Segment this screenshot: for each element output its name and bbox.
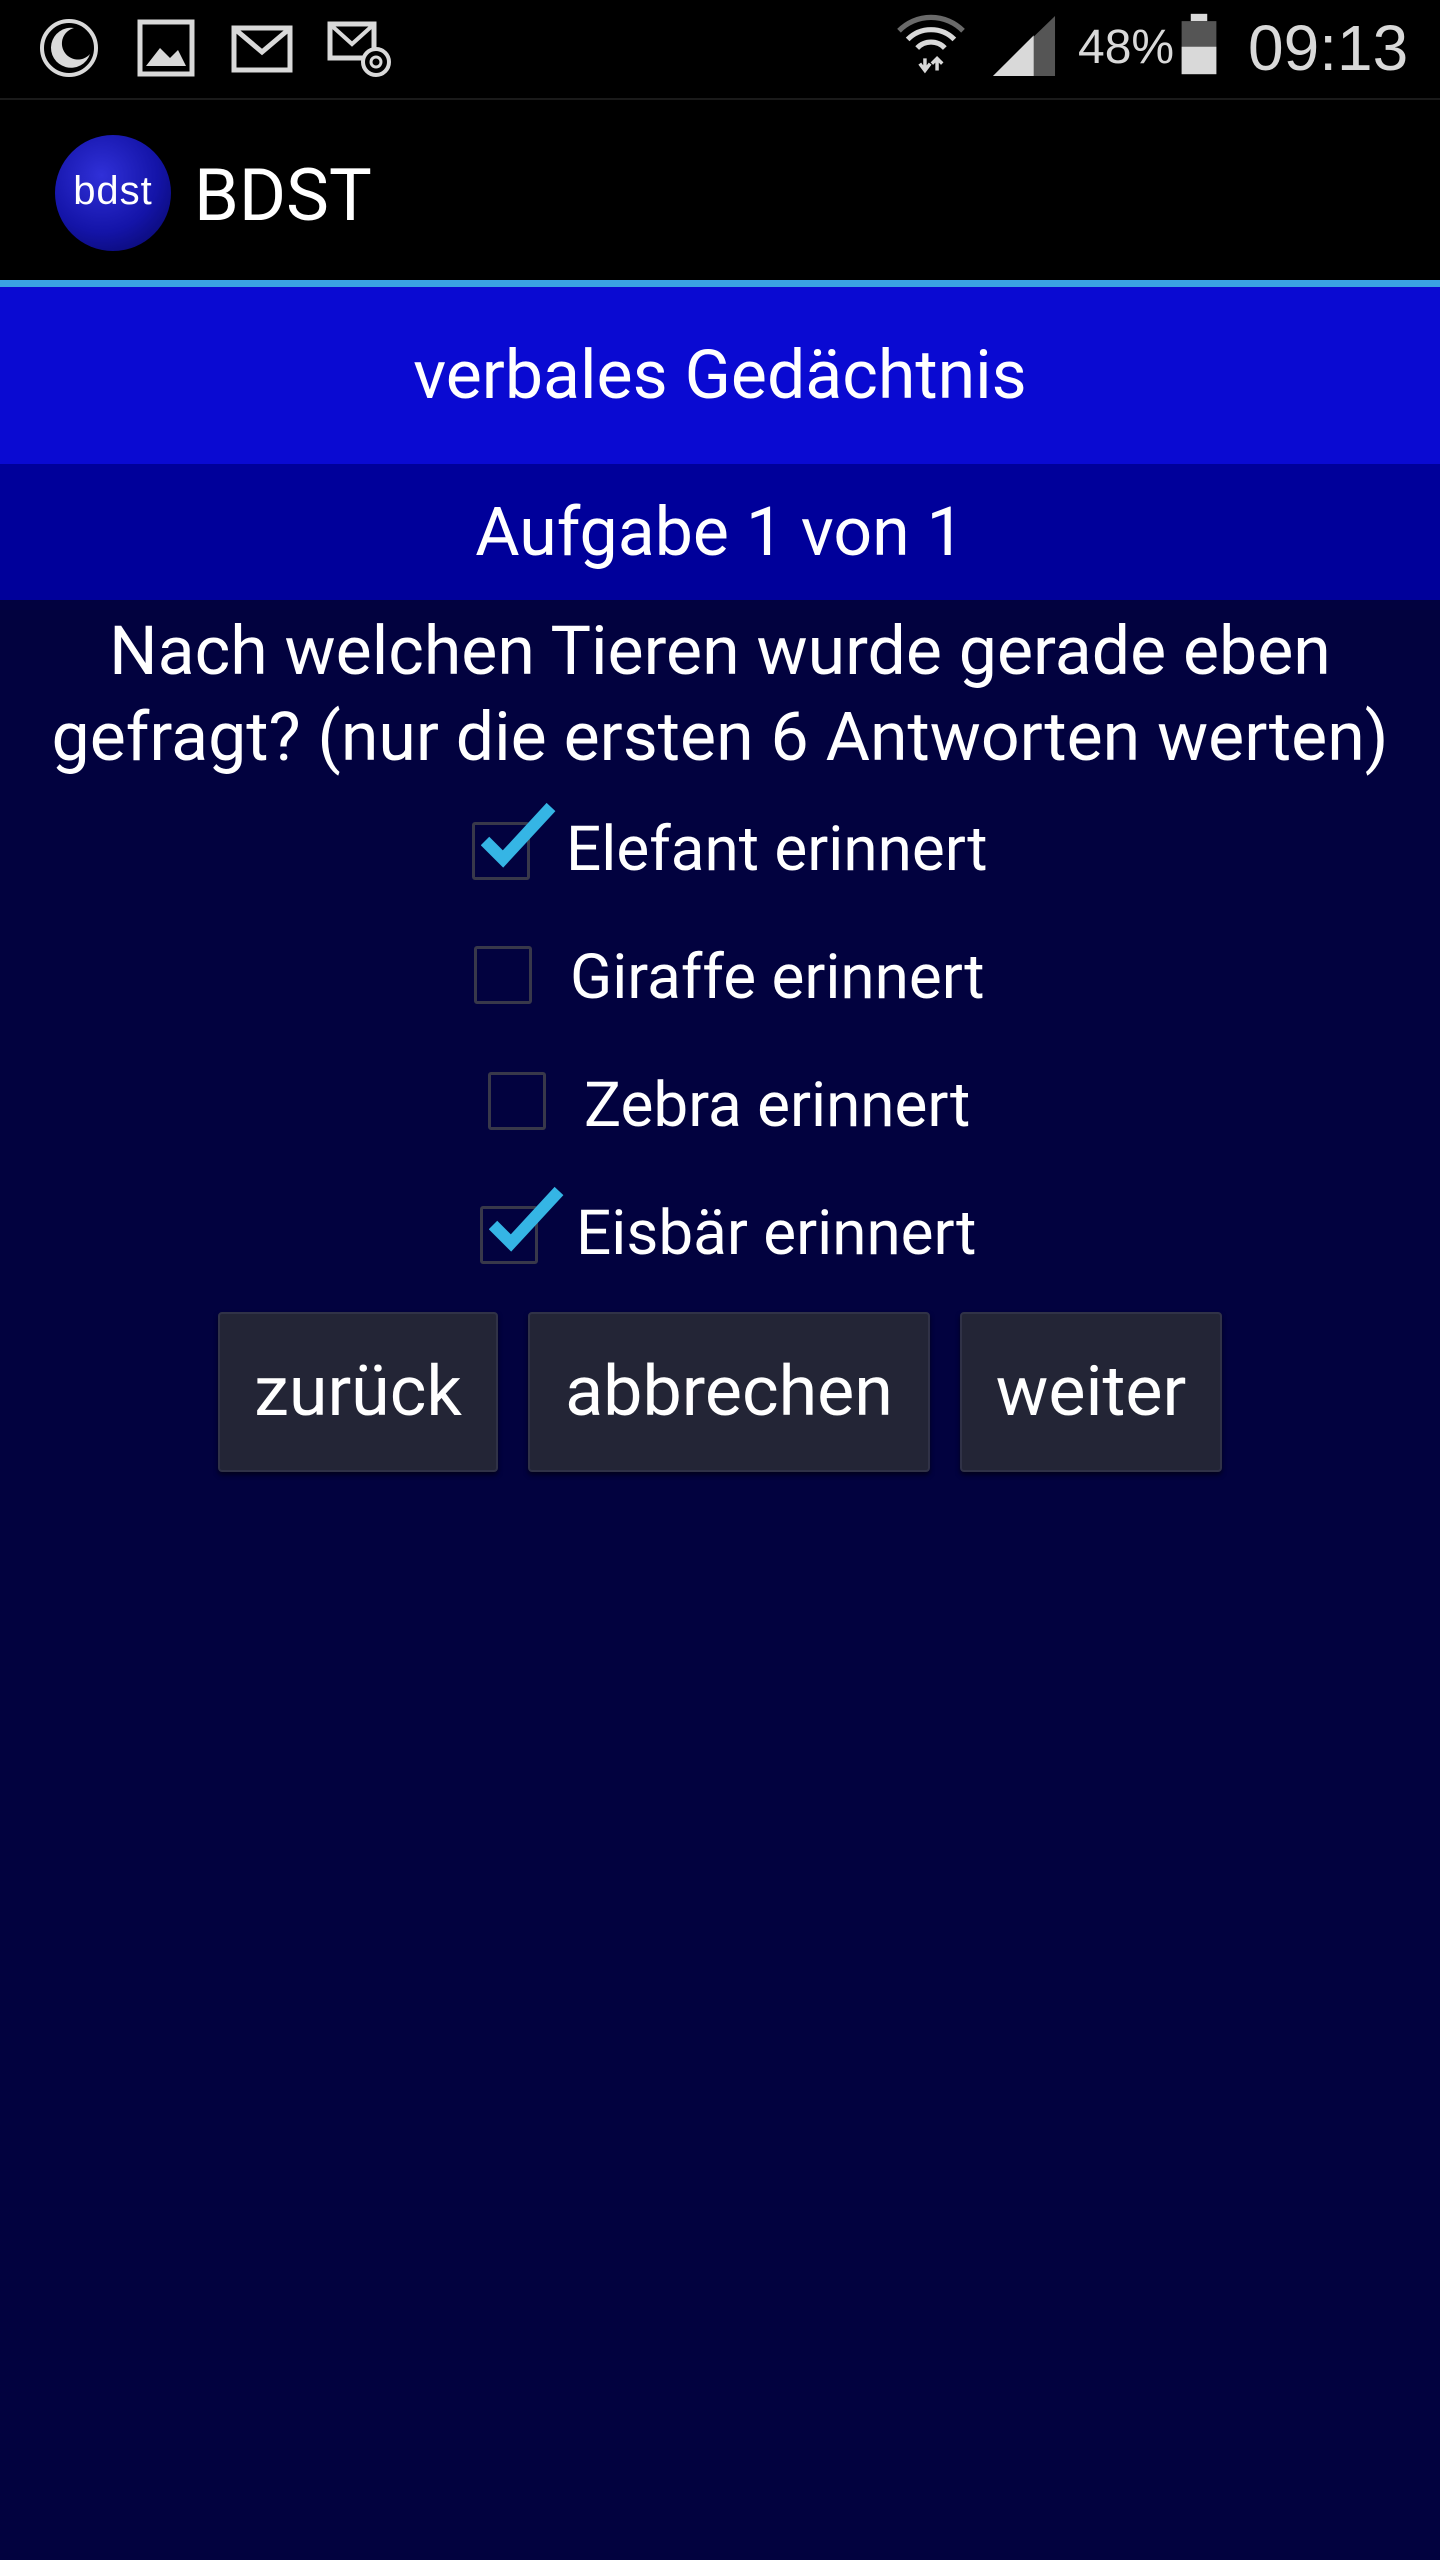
option-label: Elefant erinnert: [566, 813, 988, 886]
clock: 09:13: [1248, 12, 1409, 84]
signal-icon: [992, 15, 1056, 77]
option-label: Eisbär erinnert: [576, 1197, 977, 1270]
option-eisbaer[interactable]: Eisbär erinnert: [0, 1184, 1440, 1284]
option-elefant[interactable]: Elefant erinnert: [0, 800, 1440, 900]
checkbox[interactable]: [472, 802, 556, 880]
option-label: Zebra erinnert: [584, 1069, 971, 1142]
option-zebra[interactable]: Zebra erinnert: [0, 1056, 1440, 1156]
mail-icon: [231, 25, 293, 73]
wifi-icon: [897, 14, 965, 74]
checkbox[interactable]: [488, 1072, 546, 1130]
checkmark-icon: [489, 1186, 564, 1252]
checkmark-icon: [481, 802, 556, 868]
next-button[interactable]: weiter: [960, 1312, 1222, 1472]
question-line-2: gefragt? (nur die ersten 6 Antworten wer…: [51, 697, 1389, 777]
action-bar: bdst BDST: [0, 100, 1440, 280]
accent-divider: [0, 280, 1440, 287]
option-label: Giraffe erinnert: [570, 941, 985, 1014]
moon-icon: [40, 19, 98, 77]
checkbox[interactable]: [480, 1186, 564, 1264]
task-progress-header: Aufgabe 1 von 1: [0, 464, 1440, 600]
app-logo[interactable]: bdst: [55, 135, 171, 251]
app-title: BDST: [194, 153, 372, 238]
email-at-icon: [327, 21, 391, 77]
battery-icon: [1181, 13, 1217, 75]
battery-percent: 48%: [1078, 21, 1175, 74]
back-button[interactable]: zurück: [218, 1312, 498, 1472]
category-header: verbales Gedächtnis: [0, 287, 1440, 464]
status-bar: 48% 09:13: [0, 0, 1440, 98]
question-text: Nach welchen Tieren wurde gerade eben ge…: [0, 608, 1440, 780]
question-line-1: Nach welchen Tieren wurde gerade eben: [109, 611, 1331, 691]
checkbox[interactable]: [474, 946, 532, 1004]
app-logo-text: bdst: [73, 169, 153, 213]
image-icon: [137, 19, 195, 77]
cancel-button[interactable]: abbrechen: [528, 1312, 930, 1472]
option-giraffe[interactable]: Giraffe erinnert: [0, 928, 1440, 1028]
